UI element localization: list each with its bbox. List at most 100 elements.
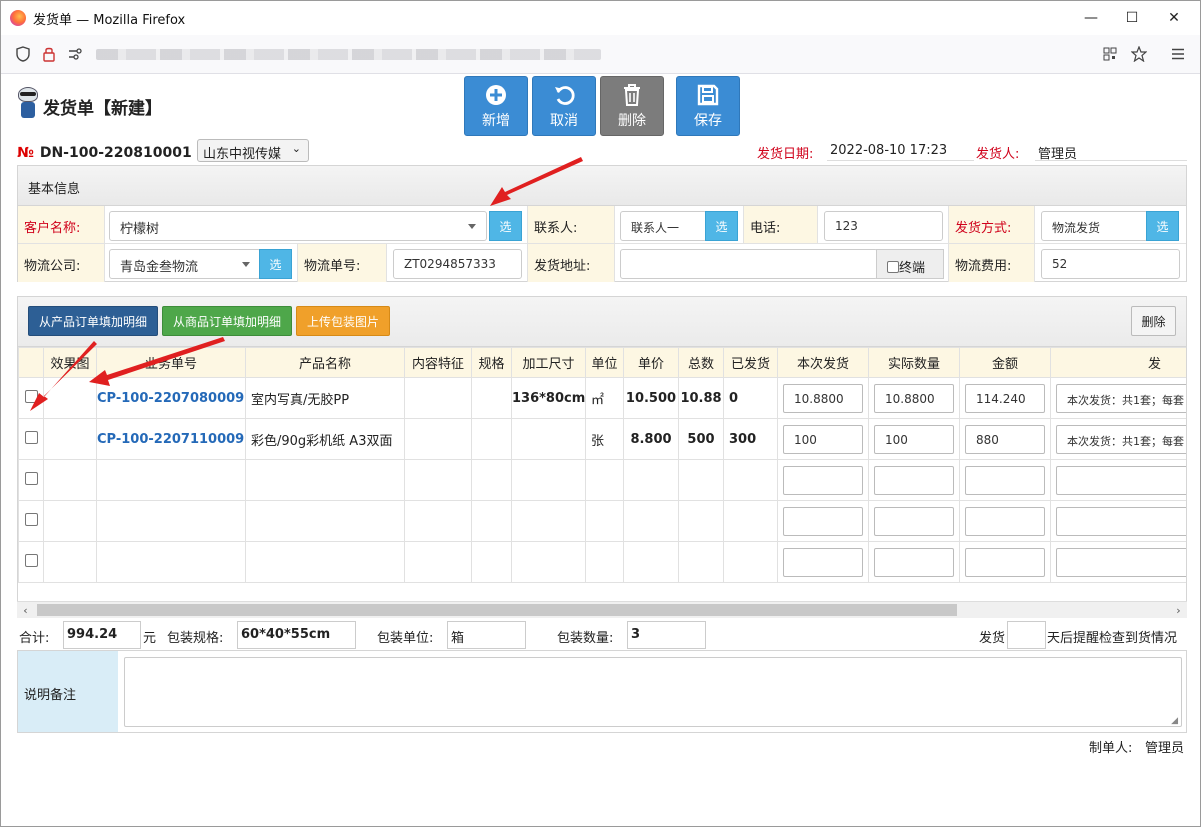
this-ship-input[interactable]: 10.8800 — [783, 383, 863, 413]
empty-cell — [723, 541, 778, 583]
customer-input[interactable]: 柠檬树 — [109, 211, 487, 241]
cancel-button[interactable]: 取消 — [532, 76, 596, 136]
table-header-row: 效果图 业务单号 产品名称 内容特征 规格 加工尺寸 单位 单价 总数 已发货 … — [18, 347, 1186, 378]
actual-qty-input[interactable] — [874, 465, 954, 495]
image-cell[interactable] — [43, 418, 97, 460]
shield-icon[interactable] — [14, 45, 32, 63]
row-checkbox[interactable] — [24, 389, 38, 403]
image-cell[interactable] — [43, 500, 97, 542]
column-header: 效果图 — [43, 347, 97, 378]
this-ship-input[interactable] — [783, 547, 863, 577]
image-cell[interactable] — [43, 377, 97, 419]
contact-select-button[interactable]: 选 — [705, 211, 738, 241]
this-ship-input[interactable] — [783, 465, 863, 495]
actual-qty-input[interactable]: 10.8800 — [874, 383, 954, 413]
shipped-cell: 300 — [723, 418, 778, 460]
url-field[interactable] — [96, 49, 601, 60]
column-header: 业务单号 — [96, 347, 246, 378]
tracking-input[interactable]: ZT0294857333 — [393, 249, 522, 279]
notes-textarea[interactable] — [124, 657, 1182, 727]
ship-method-input[interactable]: 物流发货 — [1041, 211, 1148, 241]
empty-cell — [723, 500, 778, 542]
add-from-goods-order-button[interactable]: 从商品订单填加明细 — [162, 306, 292, 336]
minimize-button[interactable]: — — [1071, 1, 1111, 35]
this-ship-input[interactable]: 100 — [783, 424, 863, 454]
ship-note-input[interactable] — [1056, 547, 1186, 577]
actual-qty-input[interactable] — [874, 547, 954, 577]
logistics-select-button[interactable]: 选 — [259, 249, 292, 279]
row-checkbox[interactable] — [24, 471, 38, 485]
amount-input[interactable]: 880 — [965, 424, 1045, 454]
save-button[interactable]: 保存 — [676, 76, 740, 136]
ship-date-field[interactable]: 2022-08-10 17:23 — [827, 143, 974, 161]
remind-days-field[interactable] — [1007, 621, 1046, 649]
amount-input[interactable]: 114.240 — [965, 383, 1045, 413]
amount-input[interactable] — [965, 547, 1045, 577]
this-ship-cell — [777, 459, 869, 501]
company-select[interactable]: 山东中视传媒 ⌄ — [197, 139, 309, 162]
order-link[interactable]: CP-100-22071100096 — [96, 418, 246, 460]
scrollbar-thumb[interactable] — [37, 604, 957, 616]
title-bar: 发货单 — Mozilla Firefox — ☐ ✕ — [1, 1, 1200, 35]
permissions-icon[interactable] — [40, 45, 58, 63]
connection-icon[interactable] — [67, 45, 85, 63]
delete-rows-button[interactable]: 删除 — [1131, 306, 1176, 336]
ship-note-input[interactable] — [1056, 465, 1186, 495]
empty-cell — [623, 459, 679, 501]
scroll-left-icon[interactable]: ‹ — [17, 602, 34, 619]
add-from-product-order-button[interactable]: 从产品订单填加明细 — [28, 306, 158, 336]
logistics-input[interactable]: 青岛金叁物流 — [109, 249, 261, 279]
column-header: 已发货 — [723, 347, 778, 378]
image-cell[interactable] — [43, 541, 97, 583]
actual-qty-input[interactable]: 100 — [874, 424, 954, 454]
pack-unit-field[interactable]: 箱 — [447, 621, 526, 649]
horizontal-scrollbar[interactable]: ‹ › — [17, 601, 1187, 618]
row-checkbox[interactable] — [24, 430, 38, 444]
ship-method-select-button[interactable]: 选 — [1146, 211, 1179, 241]
new-button[interactable]: 新增 — [464, 76, 528, 136]
menu-icon[interactable] — [1169, 45, 1187, 63]
scroll-right-icon[interactable]: › — [1170, 602, 1187, 619]
row-checkbox[interactable] — [24, 512, 38, 526]
firefox-logo-icon — [10, 10, 26, 26]
qr-code-icon[interactable] — [1101, 45, 1119, 63]
maker-value: 管理员 — [1145, 741, 1185, 756]
total-field[interactable]: 994.24 — [63, 621, 141, 649]
ship-note-input[interactable]: 本次发货：共1套；每套 — [1056, 383, 1186, 413]
maximize-button[interactable]: ☐ — [1112, 1, 1152, 35]
contact-cell: 联系人一 选 — [615, 206, 744, 244]
column-header: 内容特征 — [404, 347, 472, 378]
actual-qty-cell: 10.8800 — [868, 377, 960, 419]
close-button[interactable]: ✕ — [1154, 1, 1194, 35]
actual-qty-input[interactable] — [874, 506, 954, 536]
customer-select-button[interactable]: 选 — [489, 211, 522, 241]
amount-input[interactable] — [965, 465, 1045, 495]
ship-note-input[interactable] — [1056, 506, 1186, 536]
this-ship-input[interactable] — [783, 506, 863, 536]
phone-input[interactable]: 123 — [824, 211, 943, 241]
new-button-label: 新增 — [482, 112, 510, 129]
ship-note-input[interactable]: 本次发货：共1套；每套 — [1056, 424, 1186, 454]
terminal-checkbox[interactable]: 终端 — [876, 249, 944, 279]
resize-handle-icon[interactable]: ◢ — [1171, 716, 1178, 726]
amount-cell: 880 — [959, 418, 1051, 460]
image-cell[interactable] — [43, 459, 97, 501]
pack-spec-field[interactable]: 60*40*55cm — [237, 621, 356, 649]
empty-cell — [404, 541, 472, 583]
fee-input[interactable]: 52 — [1041, 249, 1180, 279]
sender-field[interactable]: 管理员 — [1035, 143, 1187, 162]
empty-cell — [471, 459, 512, 501]
amount-input[interactable] — [965, 506, 1045, 536]
row-checkbox[interactable] — [24, 553, 38, 567]
dropdown-arrow-icon — [468, 224, 476, 229]
bookmark-star-icon[interactable] — [1130, 45, 1148, 63]
terminal-label: 终端 — [899, 261, 926, 276]
order-link[interactable]: CP-100-22070800095 — [96, 377, 246, 419]
column-header: 实际数量 — [868, 347, 960, 378]
pack-qty-field[interactable]: 3 — [627, 621, 706, 649]
delete-button[interactable]: 删除 — [600, 76, 664, 136]
empty-cell — [623, 500, 679, 542]
address-input[interactable] — [620, 249, 878, 279]
upload-package-image-button[interactable]: 上传包装图片 — [296, 306, 390, 336]
contact-input[interactable]: 联系人一 — [620, 211, 707, 241]
